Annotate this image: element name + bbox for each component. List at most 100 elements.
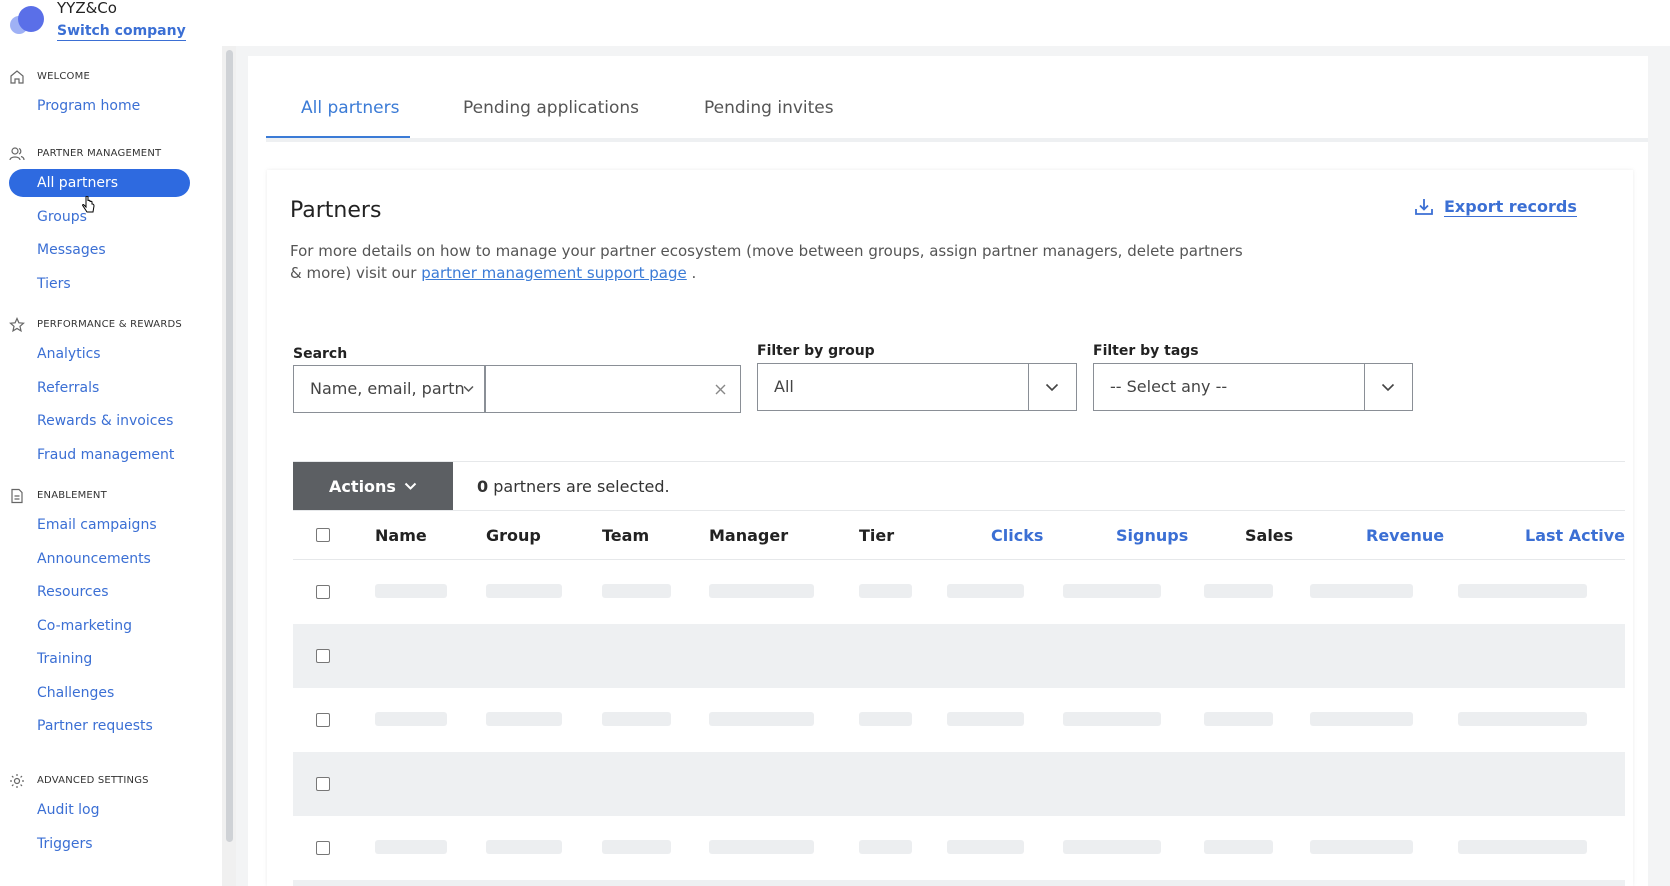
loading-placeholder (1310, 712, 1413, 726)
sidebar-item-label: Co-marketing (37, 617, 132, 634)
search-label: Search (293, 346, 348, 362)
actions-button-label: Actions (329, 476, 396, 496)
description-end: . (686, 264, 697, 282)
tab-pending-invites[interactable]: Pending invites (704, 98, 834, 118)
sidebar-item-training[interactable]: Training (0, 643, 222, 677)
loading-placeholder (859, 840, 912, 854)
document-icon (11, 488, 23, 504)
row-checkbox[interactable] (316, 777, 330, 791)
section-title: PERFORMANCE & REWARDS (37, 319, 182, 330)
users-icon (9, 147, 25, 161)
top-bar: YYZ&Co Switch company (0, 0, 1670, 46)
row-checkbox[interactable] (316, 841, 330, 855)
switch-company-link[interactable]: Switch company (57, 23, 186, 41)
column-header-name[interactable]: Name (375, 526, 427, 545)
sidebar-item-audit-log[interactable]: Audit log (0, 794, 222, 828)
sidebar-section-partner-management: PARTNER MANAGEMENT All partners Groups M… (0, 143, 222, 301)
loading-placeholder (1458, 840, 1587, 854)
sidebar-item-label: Audit log (37, 802, 100, 818)
column-header-group[interactable]: Group (486, 526, 541, 545)
column-header-tier[interactable]: Tier (859, 526, 894, 545)
actions-button[interactable]: Actions (293, 462, 453, 510)
sidebar-item-tiers[interactable]: Tiers (0, 268, 222, 302)
tabs-bar: All partners Pending applications Pendin… (266, 80, 1648, 142)
sidebar-item-label: Messages (37, 242, 106, 258)
sidebar-item-label: Groups (37, 208, 87, 225)
sidebar-item-analytics[interactable]: Analytics (0, 338, 222, 372)
section-title: ENABLEMENT (37, 490, 107, 501)
home-icon (10, 70, 24, 84)
column-header-signups[interactable]: Signups (1116, 526, 1188, 545)
section-title: ADVANCED SETTINGS (37, 775, 149, 786)
column-header-sales[interactable]: Sales (1245, 526, 1293, 545)
sidebar-section-enablement: ENABLEMENT Email campaigns Announcements… (0, 485, 222, 744)
row-checkbox[interactable] (316, 713, 330, 727)
sidebar-scrollbar[interactable] (226, 50, 233, 842)
selected-count-label: partners are selected. (488, 477, 670, 496)
loading-placeholder (947, 584, 1024, 598)
loading-placeholder (947, 840, 1024, 854)
loading-placeholder (602, 840, 671, 854)
loading-placeholder (486, 584, 562, 598)
filter-tags-select[interactable]: -- Select any -- (1093, 363, 1413, 411)
star-icon (9, 317, 25, 333)
sidebar-item-challenges[interactable]: Challenges (0, 677, 222, 711)
company-name: YYZ&Co (57, 0, 117, 17)
sidebar-item-label: Announcements (37, 550, 151, 567)
tab-all-partners[interactable]: All partners (301, 98, 399, 118)
loading-placeholder (1063, 840, 1161, 854)
sidebar-item-label: Tiers (37, 275, 71, 292)
row-checkbox[interactable] (316, 649, 330, 663)
sidebar-section-advanced-settings: ADVANCED SETTINGS Audit log Triggers (0, 770, 222, 861)
filter-tags-label: Filter by tags (1093, 343, 1199, 359)
column-header-revenue[interactable]: Revenue (1366, 526, 1444, 545)
sidebar-item-referrals[interactable]: Referrals (0, 372, 222, 406)
row-background (293, 624, 1625, 688)
loading-placeholder (1063, 712, 1161, 726)
sidebar-item-groups[interactable]: Groups (0, 201, 222, 235)
sidebar-item-label: Email campaigns (37, 517, 157, 533)
sidebar-item-rewards-invoices[interactable]: Rewards & invoices (0, 405, 222, 439)
loading-placeholder (375, 712, 447, 726)
loading-placeholder (1458, 584, 1587, 598)
search-type-select[interactable]: Name, email, partn (293, 365, 485, 413)
loading-placeholder (1204, 712, 1273, 726)
sidebar-item-resources[interactable]: Resources (0, 576, 222, 610)
clear-icon[interactable] (715, 384, 726, 395)
chevron-down-icon (404, 482, 417, 490)
search-type-value: Name, email, partn (310, 379, 465, 398)
company-logo-icon (10, 6, 44, 34)
loading-placeholder (1458, 712, 1587, 726)
divider (293, 461, 1625, 462)
column-header-manager[interactable]: Manager (709, 526, 788, 545)
loading-placeholder (602, 712, 671, 726)
sidebar-item-label: Analytics (37, 346, 101, 362)
export-records-button[interactable]: Export records (1414, 197, 1577, 217)
filter-group-select[interactable]: All (757, 363, 1077, 411)
sidebar-item-triggers[interactable]: Triggers (0, 828, 222, 862)
sidebar-item-fraud-management[interactable]: Fraud management (0, 439, 222, 473)
loading-placeholder (486, 712, 562, 726)
search-input[interactable] (485, 365, 741, 413)
sidebar-item-all-partners[interactable]: All partners (0, 167, 222, 201)
support-page-link[interactable]: partner management support page (421, 264, 687, 282)
sidebar-item-co-marketing[interactable]: Co-marketing (0, 610, 222, 644)
tab-pending-applications[interactable]: Pending applications (463, 98, 639, 118)
column-header-team[interactable]: Team (602, 526, 649, 545)
column-header-last-active[interactable]: Last Active (1525, 526, 1625, 545)
sidebar-item-email-campaigns[interactable]: Email campaigns (0, 509, 222, 543)
sidebar-item-label: Referrals (37, 379, 100, 396)
sidebar-item-label: All partners (37, 175, 119, 191)
sidebar-item-announcements[interactable]: Announcements (0, 543, 222, 577)
loading-placeholder (1204, 584, 1273, 598)
sidebar-item-messages[interactable]: Messages (0, 234, 222, 268)
row-checkbox[interactable] (316, 585, 330, 599)
select-all-checkbox[interactable] (316, 528, 330, 542)
row-background (293, 880, 1625, 886)
column-header-clicks[interactable]: Clicks (991, 526, 1043, 545)
loading-placeholder (859, 584, 912, 598)
sidebar-item-program-home[interactable]: Program home (0, 90, 222, 124)
filter-tags-value: -- Select any -- (1110, 377, 1228, 396)
sidebar-item-label: Training (37, 651, 93, 667)
sidebar-item-partner-requests[interactable]: Partner requests (0, 710, 222, 744)
